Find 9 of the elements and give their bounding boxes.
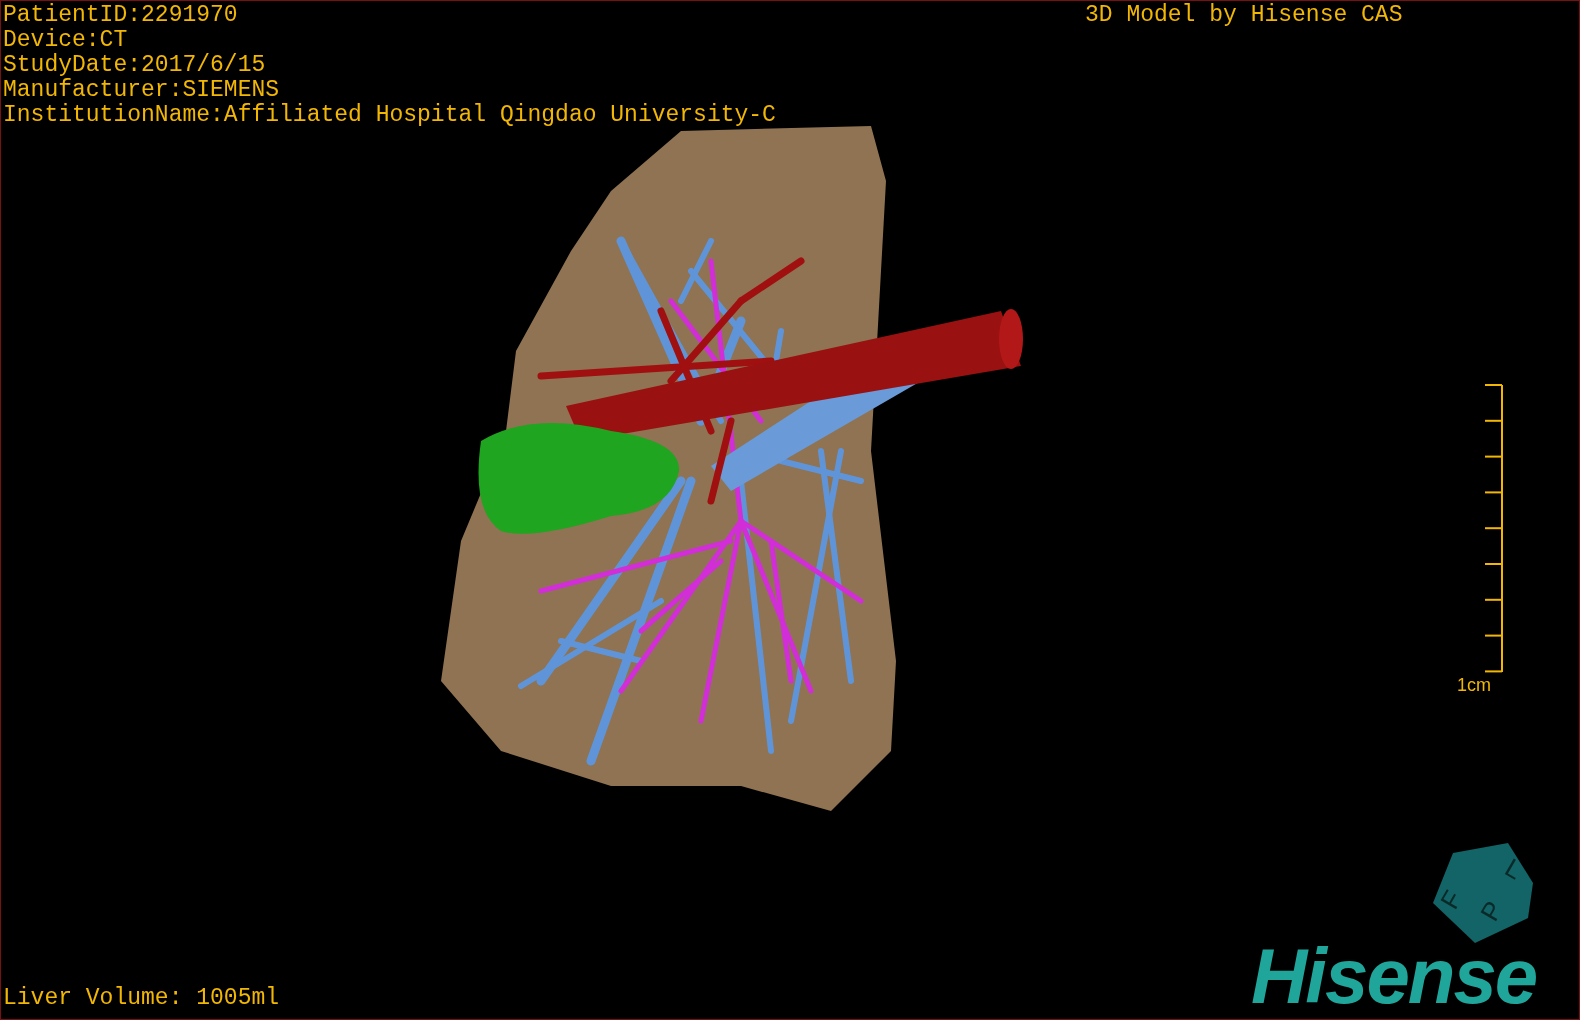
orientation-cube[interactable]: F L P	[1433, 843, 1535, 943]
patient-info-text: StudyDate:2017/6/15	[3, 53, 267, 78]
patient-info-text: InstitutionName:Affiliated Hospital Qingdao University-C	[3, 103, 776, 128]
patient-info-text: Device:CT	[3, 28, 129, 53]
header-text: 3D Model by Hisense CAS	[1085, 3, 1403, 28]
patient-info-text: Manufacturer:SIEMENS	[3, 78, 281, 103]
patient-info-text: PatientID:2291970	[3, 3, 239, 28]
scale-label: 1cm	[1457, 675, 1491, 695]
liver-volume-text: Liver Volume: 1005ml	[3, 986, 280, 1011]
